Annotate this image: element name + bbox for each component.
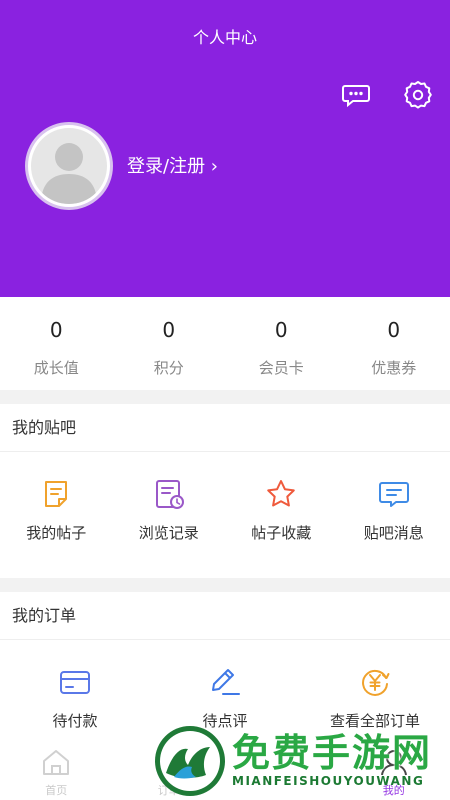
messages-button[interactable]: [340, 78, 372, 110]
tab-home[interactable]: 首页: [0, 740, 113, 800]
stat-label: 优惠券: [371, 359, 417, 377]
stat-points[interactable]: 0 积分: [113, 297, 226, 390]
history-icon: [155, 480, 184, 509]
section-title: 我的贴吧: [0, 404, 450, 452]
card-icon: [60, 671, 90, 694]
stat-value: 0: [387, 318, 401, 342]
item-label: 帖子收藏: [251, 524, 312, 542]
pending-payment-button[interactable]: 待付款: [0, 666, 150, 731]
star-icon: [267, 480, 296, 507]
post-favorites-button[interactable]: 帖子收藏: [225, 478, 338, 543]
stat-growth[interactable]: 0 成长值: [0, 297, 113, 390]
item-label: 我的帖子: [26, 524, 87, 542]
post-document-icon: [45, 481, 68, 507]
home-icon: [43, 750, 70, 775]
stats-row: 0 成长值 0 积分 0 会员卡 0 优惠券: [0, 297, 450, 390]
stat-value: 0: [49, 318, 63, 342]
profile-header: 个人中心 登录/注册 ›: [0, 0, 450, 297]
watermark-emblem-icon: [155, 726, 225, 796]
message-icon: [378, 482, 409, 507]
my-posts-button[interactable]: 我的帖子: [0, 478, 113, 543]
gear-icon: [404, 81, 432, 109]
page-title: 个人中心: [192, 28, 257, 47]
stat-label: 会员卡: [258, 359, 304, 377]
stat-label: 成长值: [33, 359, 79, 377]
tab-label: 首页: [45, 784, 68, 797]
avatar[interactable]: [25, 122, 113, 210]
watermark-logo: 免费手游网 MIANFEISHOUYOUWANG: [150, 722, 450, 800]
stat-member-card[interactable]: 0 会员卡: [225, 297, 338, 390]
chat-bubble-icon: [342, 85, 370, 108]
pen-icon: [212, 669, 240, 695]
stat-value: 0: [274, 318, 288, 342]
browse-history-button[interactable]: 浏览记录: [113, 478, 226, 543]
default-avatar-icon: [31, 128, 107, 204]
item-label: 待付款: [52, 712, 98, 730]
item-label: 贴吧消息: [363, 524, 424, 542]
watermark-text-en: MIANFEISHOUYOUWANG: [232, 774, 425, 788]
login-register-link[interactable]: 登录/注册 ›: [127, 152, 218, 178]
watermark-text-cn: 免费手游网: [232, 731, 433, 775]
settings-button[interactable]: [402, 78, 434, 110]
my-tieba-section: 我的贴吧 我的帖子 浏览记录 帖子收藏 贴吧消息: [0, 404, 450, 578]
section-title: 我的订单: [0, 592, 450, 640]
stat-label: 积分: [153, 359, 184, 377]
stat-coupons[interactable]: 0 优惠券: [338, 297, 450, 390]
stat-value: 0: [162, 318, 176, 342]
tieba-messages-button[interactable]: 贴吧消息: [338, 478, 450, 543]
item-label: 浏览记录: [138, 524, 199, 542]
yen-coin-icon: [362, 669, 390, 696]
